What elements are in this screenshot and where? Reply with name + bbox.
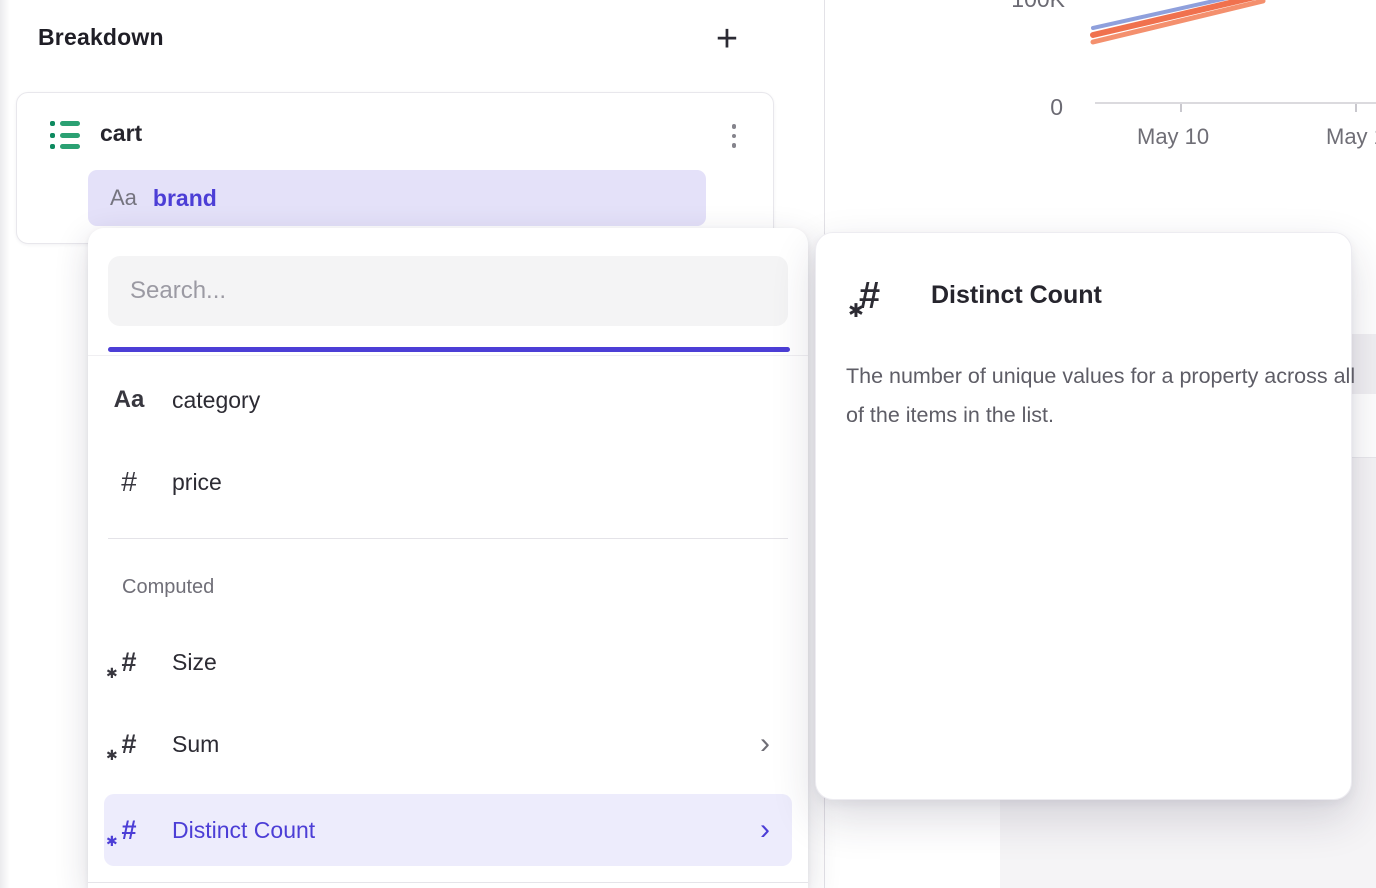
chevron-right-icon: › <box>760 729 770 759</box>
search-input[interactable] <box>108 256 788 326</box>
popover-description: The number of unique values for a proper… <box>846 357 1358 435</box>
menu-item-label: Sum <box>172 731 219 758</box>
computed-section-divider <box>108 538 788 539</box>
menu-item-label: price <box>172 469 222 496</box>
x-axis-label-may10: May 10 <box>1137 124 1209 150</box>
computed-number-icon: #✱ <box>104 649 154 676</box>
search-section-divider <box>88 355 808 356</box>
computed-section-label: Computed <box>122 576 214 599</box>
selected-subproperty-chip[interactable]: Aa brand <box>88 170 706 226</box>
computed-number-icon: #✱ <box>104 731 154 758</box>
dropdown-footer-divider <box>88 882 808 883</box>
breakdown-property-name[interactable]: cart <box>100 120 142 147</box>
text-type-icon: Aa <box>110 185 137 211</box>
y-axis-label-0: 0 <box>1023 94 1063 121</box>
x-axis-tick <box>1180 104 1182 112</box>
menu-item-sum[interactable]: #✱ Sum › <box>104 712 792 776</box>
add-breakdown-button[interactable]: + <box>706 18 748 60</box>
distinct-count-info-popover: # ✱ Distinct Count The number of unique … <box>815 232 1352 800</box>
loading-progress-bar <box>108 347 790 352</box>
menu-item-category[interactable]: Aa category <box>104 368 792 432</box>
property-select-dropdown: Aa category # price Computed #✱ Size #✱ … <box>88 228 808 888</box>
more-options-button[interactable] <box>722 116 746 156</box>
menu-item-label: Size <box>172 649 217 676</box>
line-chart-plot[interactable] <box>825 0 1376 60</box>
x-axis-line <box>1095 102 1376 104</box>
menu-item-label: Distinct Count <box>172 817 315 844</box>
x-axis-label-may1: May 1 <box>1326 124 1376 150</box>
computed-number-icon: #✱ <box>104 817 154 844</box>
selected-subproperty-label: brand <box>153 185 217 212</box>
text-type-icon: Aa <box>104 386 154 414</box>
menu-item-label: category <box>172 387 260 414</box>
breakdown-section-title: Breakdown <box>38 24 164 51</box>
menu-item-size[interactable]: #✱ Size <box>104 630 792 694</box>
menu-item-price[interactable]: # price <box>104 450 792 514</box>
chevron-right-icon: › <box>760 815 770 845</box>
left-edge-shadow <box>0 0 10 888</box>
list-property-icon <box>50 121 80 149</box>
number-type-icon: # <box>104 466 154 498</box>
insights-breakdown-screen: 100K 0 May 10 May 1 Breakdown + cart Aa … <box>0 0 1376 888</box>
y-axis-label-100k: 100K <box>955 0 1065 13</box>
popover-title: Distinct Count <box>931 281 1102 310</box>
menu-item-distinct-count[interactable]: #✱ Distinct Count › <box>104 794 792 866</box>
computed-number-icon: # ✱ <box>859 277 880 315</box>
x-axis-tick <box>1355 104 1357 112</box>
